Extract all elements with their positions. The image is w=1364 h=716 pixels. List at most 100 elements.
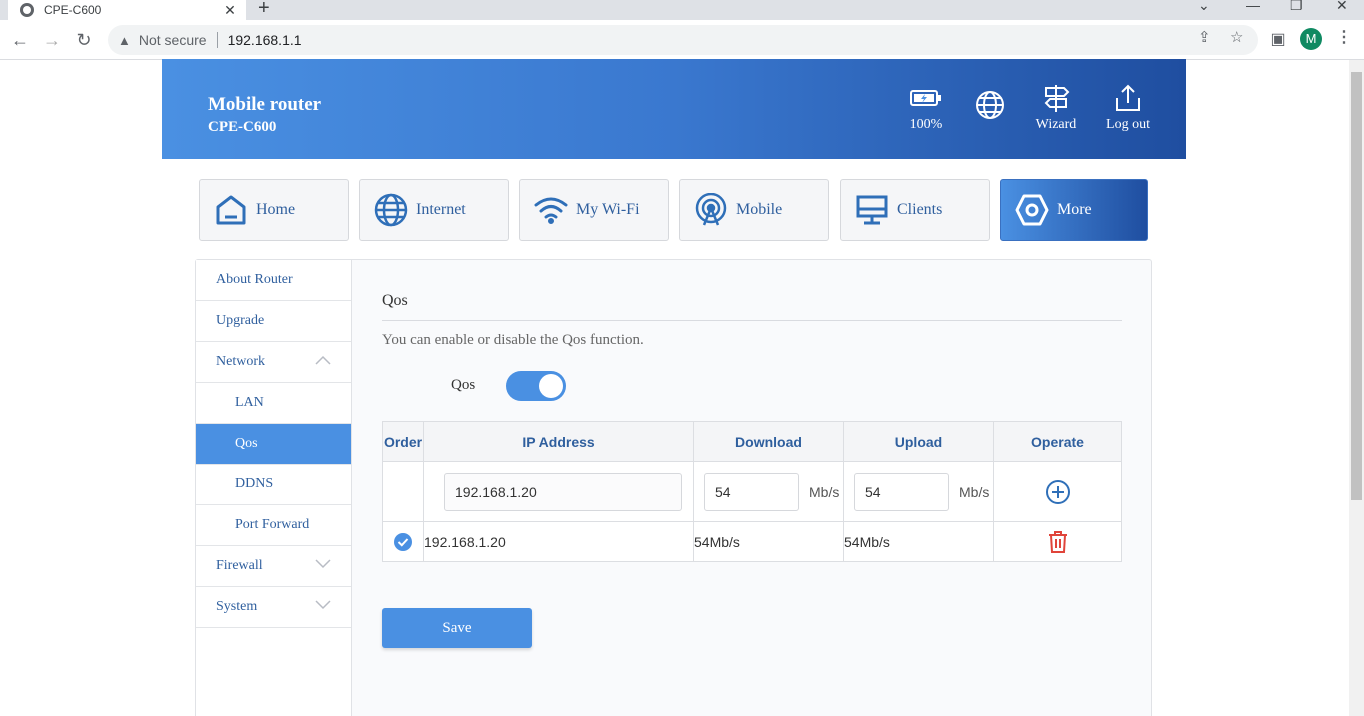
nav-internet-label: Internet (416, 201, 466, 218)
qos-toggle-label: Qos (451, 377, 476, 393)
qos-table: Order IP Address Download Upload Operate… (382, 421, 1122, 562)
input-row-operate-cell (994, 462, 1121, 522)
router-title: Mobile router (208, 94, 322, 115)
sidebar-item-label: DDNS (235, 476, 274, 491)
sidebar-item-lan[interactable]: LAN (196, 383, 351, 424)
table-row-operate-cell (994, 522, 1121, 562)
logout-upload-icon (1116, 84, 1140, 111)
forward-icon[interactable]: → (40, 28, 64, 52)
sidebar-item-about-router[interactable]: About Router (196, 260, 351, 301)
input-row-upload-cell: Mb/s (844, 462, 994, 522)
input-row-ip-cell (424, 462, 694, 522)
warning-icon: ▲ (118, 32, 131, 48)
input-row-order-cell (383, 462, 424, 522)
table-row-upload: 54Mb/s (844, 522, 994, 562)
trash-delete-icon[interactable] (1047, 530, 1069, 554)
nav-mobile[interactable]: Mobile (679, 179, 829, 241)
router-model: CPE-C600 (208, 119, 277, 135)
add-circle-icon[interactable] (1045, 479, 1071, 505)
monitor-icon (856, 195, 888, 225)
save-button[interactable]: Save (382, 608, 532, 648)
tab-close-icon[interactable]: ✕ (220, 2, 240, 19)
column-header-download: Download (694, 422, 844, 462)
language-button[interactable] (972, 86, 1008, 124)
qos-toggle-switch[interactable] (506, 371, 566, 401)
upload-input[interactable] (854, 473, 949, 511)
download-input[interactable] (704, 473, 799, 511)
nav-wifi-label: My Wi-Fi (576, 201, 640, 218)
antenna-signal-icon (695, 193, 727, 226)
share-icon[interactable]: ⇪ (1198, 28, 1211, 46)
security-label: Not secure (138, 32, 207, 48)
nav-more-label: More (1057, 201, 1092, 218)
bookmark-star-icon[interactable]: ☆ (1230, 28, 1243, 46)
address-bar[interactable]: ▲ Not secure 192.168.1.1 ⇪ ☆ (108, 25, 1258, 55)
sidebar-item-upgrade[interactable]: Upgrade (196, 301, 351, 342)
chevron-down-icon (315, 559, 331, 569)
ip-address-input[interactable] (444, 473, 682, 511)
hexagon-settings-icon (1015, 194, 1049, 226)
checked-circle-icon[interactable] (393, 532, 413, 552)
window-close-icon[interactable]: ✕ (1336, 0, 1348, 14)
globe-icon (976, 91, 1004, 119)
side-panel-icon[interactable]: ▣ (1266, 28, 1290, 52)
reload-icon[interactable]: ↻ (72, 28, 96, 52)
sidebar-item-label: Firewall (216, 558, 263, 573)
column-header-order: Order (383, 422, 424, 462)
tab-search-icon[interactable]: ⌄ (1198, 0, 1210, 14)
browser-tabstrip: CPE-C600 ✕ + ⌄ — ❐ ✕ (0, 0, 1364, 20)
sidebar-item-system[interactable]: System (196, 587, 351, 628)
nav-internet[interactable]: Internet (359, 179, 509, 241)
page-description: You can enable or disable the Qos functi… (382, 332, 644, 348)
battery-label: 100% (909, 117, 943, 132)
sidebar-item-firewall[interactable]: Firewall (196, 546, 351, 587)
wizard-label: Wizard (1035, 117, 1077, 132)
nav-mobile-label: Mobile (736, 201, 783, 218)
minimize-icon[interactable]: — (1246, 0, 1260, 13)
upload-unit: Mb/s (959, 484, 990, 500)
nav-clients[interactable]: Clients (840, 179, 990, 241)
tab-title: CPE-C600 (44, 3, 102, 17)
new-tab-icon[interactable]: + (258, 0, 270, 20)
nav-wifi[interactable]: My Wi-Fi (519, 179, 669, 241)
url-text: 192.168.1.1 (227, 32, 302, 48)
browser-menu-icon[interactable]: ⋮ (1336, 27, 1352, 47)
table-row-checkbox-cell (383, 522, 424, 562)
page-scrollbar[interactable] (1349, 60, 1364, 716)
table-row-ip: 192.168.1.20 (424, 522, 694, 562)
scrollbar-thumb[interactable] (1351, 72, 1362, 500)
profile-avatar[interactable]: M (1300, 28, 1322, 50)
sidebar-item-network[interactable]: Network (196, 342, 351, 383)
browser-toolbar: ← → ↻ ▲ Not secure 192.168.1.1 ⇪ ☆ ▣ M ⋮ (0, 20, 1364, 60)
sidebar-item-port-forward[interactable]: Port Forward (196, 505, 351, 546)
table-row-download: 54Mb/s (694, 522, 844, 562)
internet-globe-icon (374, 193, 408, 227)
sidebar-item-qos[interactable]: Qos (196, 424, 351, 465)
input-row-download-cell: Mb/s (694, 462, 844, 522)
sidebar-item-label: About Router (216, 272, 293, 287)
sidebar-item-label: Upgrade (216, 313, 265, 328)
restore-icon[interactable]: ❐ (1290, 0, 1303, 14)
sidebar-item-label: LAN (235, 395, 264, 410)
column-header-upload: Upload (844, 422, 994, 462)
nav-more[interactable]: More (1000, 179, 1148, 241)
omnibox-divider (216, 32, 218, 48)
download-unit: Mb/s (809, 484, 840, 500)
nav-home-label: Home (256, 201, 296, 218)
sidebar-item-label: Qos (235, 436, 258, 451)
back-icon[interactable]: ← (8, 28, 32, 52)
logout-button[interactable]: Log out (1102, 79, 1154, 133)
battery-icon (910, 90, 941, 106)
sidebar-item-label: Network (216, 354, 265, 369)
wizard-button[interactable]: Wizard (1032, 79, 1080, 133)
signpost-icon (1044, 85, 1070, 112)
title-divider (382, 320, 1122, 321)
page-title: Qos (382, 292, 408, 309)
nav-home[interactable]: Home (199, 179, 349, 241)
globe-favicon-icon (20, 3, 34, 17)
home-icon (216, 195, 246, 225)
router-header: Mobile router CPE-C600 100% Wizard Log o… (162, 59, 1186, 159)
toggle-knob (539, 374, 563, 398)
sidebar-item-ddns[interactable]: DDNS (196, 464, 351, 505)
browser-tab[interactable]: CPE-C600 ✕ (8, 0, 246, 20)
